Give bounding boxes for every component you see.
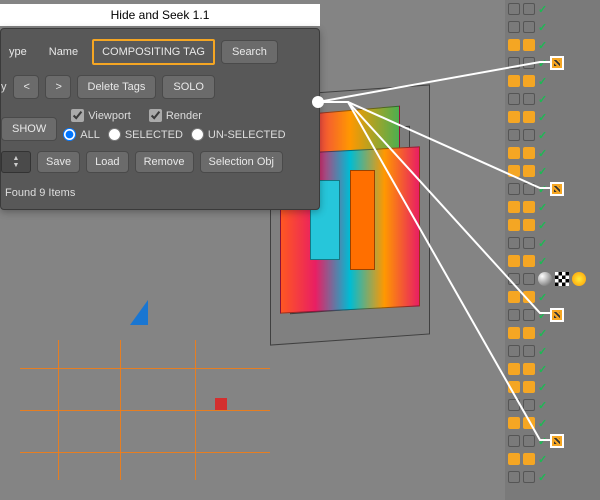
check-icon: ✓: [538, 471, 547, 484]
check-icon: ✓: [538, 57, 547, 70]
save-button[interactable]: Save: [37, 151, 80, 173]
obj-row[interactable]: ✓: [505, 396, 600, 414]
annotation-dot: [312, 96, 324, 108]
obj-row[interactable]: ✓: [505, 306, 600, 324]
scope-unselected-radio[interactable]: UN-SELECTED: [191, 128, 286, 141]
obj-row[interactable]: ✓: [505, 288, 600, 306]
prev-button[interactable]: <: [13, 75, 39, 99]
obj-row[interactable]: ✓: [505, 360, 600, 378]
delete-tags-button[interactable]: Delete Tags: [77, 75, 157, 99]
obj-row[interactable]: ✓: [505, 468, 600, 486]
axis-indicator: [130, 300, 148, 325]
selection-row: ▲ ▼ Save Load Remove Selection Obj: [1, 151, 311, 173]
obj-row[interactable]: ✓: [505, 450, 600, 468]
obj-row[interactable]: ✓: [505, 198, 600, 216]
obj-row[interactable]: ✓: [505, 162, 600, 180]
viewport-checkbox[interactable]: Viewport: [71, 109, 131, 122]
check-icon: ✓: [538, 381, 547, 394]
check-icon: ✓: [538, 201, 547, 214]
check-icon: ✓: [538, 183, 547, 196]
compositing-tag-icon[interactable]: [550, 182, 564, 196]
obj-row[interactable]: ✓: [505, 216, 600, 234]
check-icon: ✓: [538, 399, 547, 412]
hide-and-seek-panel: ype Name COMPOSITING TAG Search y < > De…: [0, 28, 320, 210]
chevron-up-icon: ▲: [13, 155, 20, 162]
check-icon: ✓: [538, 237, 547, 250]
compositing-tag-icon[interactable]: [550, 56, 564, 70]
scope-selected-radio[interactable]: SELECTED: [108, 128, 183, 141]
scope-all-radio[interactable]: ALL: [63, 128, 100, 141]
check-icon: ✓: [538, 435, 547, 448]
check-icon: ✓: [538, 345, 547, 358]
object-manager-column: ✓ ✓ ✓ ✓ ✓ ✓ ✓ ✓ ✓ ✓ ✓ ✓ ✓ ✓ ✓ ✓ ✓ ✓ ✓ ✓ …: [505, 0, 600, 500]
wireframe-grid: [20, 340, 270, 480]
obj-row[interactable]: ✓: [505, 90, 600, 108]
obj-row[interactable]: ✓: [505, 108, 600, 126]
compositing-tag-icon[interactable]: [550, 308, 564, 322]
obj-row[interactable]: ✓: [505, 0, 600, 18]
render-checkbox[interactable]: Render: [149, 109, 202, 122]
check-icon: ✓: [538, 291, 547, 304]
check-icon: ✓: [538, 147, 547, 160]
check-icon: ✓: [538, 453, 547, 466]
remove-button[interactable]: Remove: [135, 151, 194, 173]
check-icon: ✓: [538, 255, 547, 268]
sun-icon: [572, 272, 586, 286]
check-icon: ✓: [538, 165, 547, 178]
visibility-row: SHOW Viewport Render ALL SELECTED UN-SEL…: [1, 109, 311, 141]
obj-row[interactable]: ✓: [505, 36, 600, 54]
obj-row[interactable]: ✓: [505, 72, 600, 90]
panel-title: Hide and Seek 1.1: [0, 4, 320, 26]
axis-handle[interactable]: [215, 398, 227, 410]
check-icon: ✓: [538, 21, 547, 34]
check-icon: ✓: [538, 363, 547, 376]
obj-row[interactable]: ✓: [505, 324, 600, 342]
obj-row[interactable]: ✓: [505, 342, 600, 360]
viewport-background: Hide and Seek 1.1 ype Name COMPOSITING T…: [0, 0, 600, 500]
check-icon: ✓: [538, 309, 547, 322]
load-button[interactable]: Load: [86, 151, 128, 173]
check-icon: ✓: [538, 111, 547, 124]
obj-row[interactable]: ✓: [505, 378, 600, 396]
tab-compositing-tag[interactable]: COMPOSITING TAG: [92, 39, 215, 65]
check-icon: ✓: [538, 129, 547, 142]
check-icon: ✓: [538, 219, 547, 232]
obj-row[interactable]: ✓: [505, 54, 600, 72]
chevron-down-icon: ▼: [13, 162, 20, 169]
selection-obj-button[interactable]: Selection Obj: [200, 151, 283, 173]
check-icon: ✓: [538, 3, 547, 16]
check-icon: ✓: [538, 417, 547, 430]
search-button[interactable]: Search: [221, 40, 278, 64]
obj-row[interactable]: ✓: [505, 126, 600, 144]
obj-row[interactable]: ✓: [505, 234, 600, 252]
obj-row[interactable]: ✓: [505, 252, 600, 270]
solo-button[interactable]: SOLO: [162, 75, 215, 99]
show-button[interactable]: SHOW: [1, 117, 57, 141]
next-button[interactable]: >: [45, 75, 71, 99]
obj-row[interactable]: ✓: [505, 18, 600, 36]
checker-icon: [555, 272, 569, 286]
search-row: ype Name COMPOSITING TAG Search: [1, 39, 311, 65]
check-icon: ✓: [538, 93, 547, 106]
slot-stepper[interactable]: ▲ ▼: [1, 151, 31, 173]
obj-row[interactable]: [505, 270, 600, 288]
check-icon: ✓: [538, 327, 547, 340]
history-label: y: [1, 81, 7, 93]
obj-row[interactable]: ✓: [505, 414, 600, 432]
tab-name[interactable]: Name: [41, 41, 86, 63]
tab-type[interactable]: ype: [1, 41, 35, 63]
obj-row[interactable]: ✓: [505, 180, 600, 198]
check-icon: ✓: [538, 39, 547, 52]
check-icon: ✓: [538, 75, 547, 88]
obj-row[interactable]: ✓: [505, 432, 600, 450]
material-sphere-icon[interactable]: [538, 272, 552, 286]
status-text: Found 9 Items: [1, 183, 311, 201]
obj-row[interactable]: ✓: [505, 144, 600, 162]
compositing-tag-icon[interactable]: [550, 434, 564, 448]
history-row: y < > Delete Tags SOLO: [1, 75, 311, 99]
